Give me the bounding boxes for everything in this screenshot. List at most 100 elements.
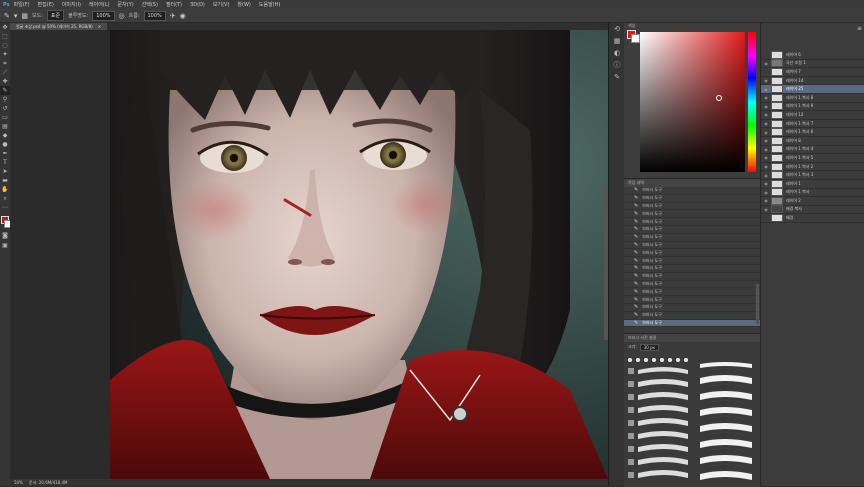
layer-row[interactable]: ◉ 레이어 1 복사 7	[761, 119, 864, 129]
history-item[interactable]: ✎ 브러시 도구	[624, 304, 760, 312]
history-item[interactable]: ✎ 브러시 도구	[624, 210, 760, 219]
menu-type[interactable]: 문자(Y)	[114, 1, 138, 8]
layer-row[interactable]: ◉ 레이어 1	[761, 179, 864, 189]
history-item[interactable]: ✎ 브러시 도구	[624, 249, 760, 258]
history-item[interactable]: ✎ 브러시 도구	[624, 312, 760, 320]
history-item[interactable]: ✎ 브러시 도구	[624, 195, 760, 203]
eye-icon[interactable]: ◉	[761, 78, 771, 83]
info-panel-icon[interactable]: ⓘ	[609, 59, 625, 71]
layer-row-selected[interactable]: ◉ 레이어 25	[761, 85, 864, 94]
color-picker-cursor[interactable]	[716, 95, 722, 101]
screen-mode-icon[interactable]: ▣	[0, 241, 10, 250]
eye-icon[interactable]: ◉	[761, 147, 771, 152]
layer-row[interactable]: ◉ 배경 복사	[761, 205, 864, 215]
type-tool-icon[interactable]: T	[0, 158, 10, 167]
layer-row[interactable]: ◉ 레이어 12	[761, 110, 864, 120]
document-tab[interactable]: 얼굴 초상.psd @ 50% (레이어 25, RGB/8) ×	[10, 23, 108, 30]
eye-icon[interactable]: ◉	[761, 112, 771, 117]
eye-icon[interactable]: ◉	[761, 104, 771, 109]
airbrush-icon[interactable]: ✈	[170, 12, 176, 20]
history-scrollbar[interactable]	[756, 284, 759, 324]
layer-row[interactable]: ◉ 레이어 1 복사 3	[761, 171, 864, 180]
menu-3d[interactable]: 3D(D)	[186, 2, 209, 8]
move-tool-icon[interactable]: ✥	[0, 23, 10, 32]
history-item[interactable]: ✎ 브러시 도구	[624, 226, 760, 234]
eye-icon[interactable]: ◉	[761, 61, 771, 66]
swatches-panel-icon[interactable]: ▦	[609, 35, 625, 47]
eye-icon[interactable]: ◉	[761, 138, 771, 143]
eye-icon[interactable]: ◉	[761, 130, 771, 135]
layer-row[interactable]: ◉ 레이어 14	[761, 76, 864, 86]
blur-tool-icon[interactable]: ◆	[0, 131, 10, 140]
flow-input[interactable]: 100%	[143, 10, 166, 21]
more-tools-icon[interactable]: ⋯	[0, 203, 10, 212]
menu-image[interactable]: 이미지(I)	[58, 1, 85, 8]
menu-file[interactable]: 파일(F)	[10, 1, 34, 8]
path-selection-tool-icon[interactable]: ➤	[0, 167, 10, 176]
history-item[interactable]: ✎ 브러시 도구	[624, 218, 760, 226]
eyedropper-tool-icon[interactable]: ⟋	[0, 68, 10, 77]
close-tab-icon[interactable]: ×	[98, 24, 101, 29]
eye-icon[interactable]: ◉	[761, 207, 771, 212]
marquee-tool-icon[interactable]: ⬚	[0, 32, 10, 41]
eye-icon[interactable]: ◉	[761, 190, 771, 195]
history-item-selected[interactable]: ✎ 브러시 도구	[624, 319, 760, 328]
history-item[interactable]: ✎ 브러시 도구	[624, 257, 760, 265]
layer-row[interactable]: ◉ 레이어 1 복사 6	[761, 128, 864, 137]
pen-tool-icon[interactable]: ✒	[0, 149, 10, 158]
zoom-level[interactable]: 50%	[14, 480, 23, 485]
menu-window[interactable]: 창(W)	[233, 1, 254, 8]
layer-row[interactable]: ◉ 레이어 8	[761, 136, 864, 146]
hue-slider[interactable]	[748, 32, 756, 172]
healing-brush-tool-icon[interactable]: ✚	[0, 77, 10, 86]
pressure-opacity-icon[interactable]: ◎	[119, 12, 125, 20]
history-item[interactable]: ✎ 브러시 도구	[624, 203, 760, 211]
menu-layer[interactable]: 레이어(L)	[85, 1, 114, 8]
brush-presets-panel-title[interactable]: 브러시 사전 설정	[624, 334, 760, 342]
color-panel-title[interactable]: 색상	[624, 23, 760, 29]
layer-row[interactable]: ◉ 곡선 조정 1	[761, 59, 864, 69]
history-item[interactable]: ✎ 브러시 도구	[624, 187, 760, 195]
history-item[interactable]: ✎ 브러시 도구	[624, 234, 760, 242]
background-color-swatch[interactable]	[631, 34, 640, 43]
eye-icon[interactable]: ◉	[761, 155, 771, 160]
menu-select[interactable]: 선택(S)	[138, 1, 162, 8]
portrait-artwork[interactable]	[10, 30, 608, 479]
layer-row[interactable]: 배경	[761, 214, 864, 223]
dodge-tool-icon[interactable]: ●	[0, 140, 10, 149]
magic-wand-tool-icon[interactable]: ✦	[0, 50, 10, 59]
layer-row[interactable]: ◉ 레이어 1 복사 2	[761, 162, 864, 172]
layer-row[interactable]: 레이어 7	[761, 67, 864, 77]
eye-icon[interactable]: ◉	[761, 95, 771, 100]
history-item[interactable]: ✎ 브러시 도구	[624, 242, 760, 250]
adjustments-panel-icon[interactable]: ◐	[609, 47, 625, 59]
history-panel-icon[interactable]: ⟲	[609, 23, 625, 35]
history-brush-tool-icon[interactable]: ↺	[0, 104, 10, 113]
crop-tool-icon[interactable]: ⌗	[0, 59, 10, 68]
history-item[interactable]: ✎ 브러시 도구	[624, 265, 760, 273]
menu-view[interactable]: 보기(V)	[209, 1, 234, 8]
pressure-size-icon[interactable]: ◉	[180, 12, 186, 20]
brush-preset-picker-icon[interactable]: ▾	[14, 12, 18, 20]
layer-row[interactable]: 레이어 6	[761, 50, 864, 60]
menu-help[interactable]: 도움말(H)	[255, 1, 284, 8]
eye-icon[interactable]: ◉	[761, 181, 771, 186]
menu-filter[interactable]: 필터(T)	[162, 1, 186, 8]
eye-icon[interactable]: ◉	[761, 87, 771, 92]
history-item[interactable]: ✎ 브러시 도구	[624, 288, 760, 297]
clone-stamp-tool-icon[interactable]: ⚲	[0, 95, 10, 104]
history-item[interactable]: ✎ 브러시 도구	[624, 273, 760, 281]
layer-row[interactable]: ◉ 레이어 2	[761, 196, 864, 206]
history-item[interactable]: ✎ 브러시 도구	[624, 296, 760, 304]
opacity-input[interactable]: 100%	[92, 10, 115, 21]
brush-settings-panel-icon[interactable]: ✎	[609, 71, 625, 83]
zoom-tool-icon[interactable]: ⌕	[0, 194, 10, 203]
brush-size-input[interactable]: 30 px	[639, 343, 659, 351]
shape-tool-icon[interactable]: ▬	[0, 176, 10, 185]
panel-menu-icon[interactable]: ≡	[857, 25, 862, 32]
gradient-tool-icon[interactable]: ▤	[0, 122, 10, 131]
photoshop-logo-icon[interactable]: Ps	[0, 2, 10, 8]
brush-preset-list[interactable]	[624, 354, 760, 486]
canvas-area[interactable]	[10, 30, 608, 479]
eye-icon[interactable]: ◉	[761, 164, 771, 169]
